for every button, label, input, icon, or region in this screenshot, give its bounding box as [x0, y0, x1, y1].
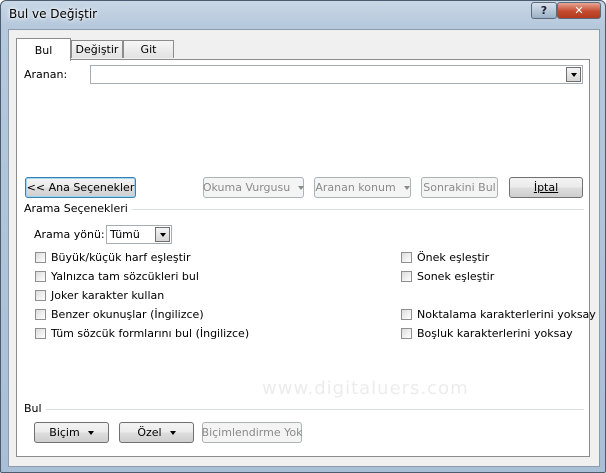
- less-options-label: << Ana Seçenekler: [26, 181, 135, 194]
- cancel-label: İptal: [533, 181, 559, 194]
- tab-find[interactable]: Bul: [16, 38, 71, 61]
- option-whole-words[interactable]: Yalnızca tam sözcükleri bul: [35, 270, 199, 283]
- find-separator: [24, 409, 584, 410]
- checkbox[interactable]: [401, 252, 412, 263]
- special-label: Özel: [137, 426, 162, 439]
- checkbox[interactable]: [35, 309, 46, 320]
- option-sounds-like[interactable]: Benzer okunuşlar (İngilizce): [35, 308, 204, 321]
- find-in-label: Aranan konum: [315, 181, 396, 194]
- chevron-down-icon: [570, 72, 577, 77]
- option-match-case[interactable]: Büyük/küçük harf eşleştir: [35, 251, 191, 264]
- checkbox[interactable]: [401, 271, 412, 282]
- option-word-forms[interactable]: Tüm sözcük formlarını bul (İngilizce): [35, 327, 249, 340]
- tab-goto-label: Git: [140, 43, 157, 56]
- checkbox[interactable]: [35, 252, 46, 263]
- chevron-down-icon: [87, 430, 94, 435]
- find-next-label: Sonrakini Bul: [423, 181, 496, 194]
- chevron-down-icon: [298, 185, 305, 190]
- option-label: Benzer okunuşlar (İngilizce): [51, 308, 204, 321]
- window-title: Bul ve Değiştir: [9, 7, 98, 21]
- option-match-suffix[interactable]: Sonek eşleştir: [401, 270, 494, 283]
- option-label: Joker karakter kullan: [51, 289, 165, 302]
- direction-select-value: Tümü: [110, 228, 140, 241]
- reading-highlight-button[interactable]: Okuma Vurgusu: [202, 177, 305, 198]
- option-label: Önek eşleştir: [417, 251, 490, 264]
- checkbox[interactable]: [35, 271, 46, 282]
- tab-replace-label: Değiştir: [75, 43, 119, 56]
- dialog-client-area: Bul Değiştir Git Aranan: << Ana Seçenekl…: [8, 29, 600, 467]
- checkbox[interactable]: [401, 309, 412, 320]
- format-label: Biçim: [49, 426, 80, 439]
- tab-find-label: Bul: [34, 43, 53, 57]
- search-label: Aranan:: [24, 68, 68, 81]
- option-ignore-whitespace[interactable]: Boşluk karakterlerini yoksay: [401, 327, 573, 340]
- chevron-down-icon: [403, 185, 410, 190]
- option-label: Boşluk karakterlerini yoksay: [417, 327, 573, 340]
- direction-label: Arama yönü:: [34, 228, 105, 241]
- checkbox[interactable]: [35, 290, 46, 301]
- search-history-dropdown[interactable]: [566, 67, 581, 82]
- tab-replace[interactable]: Değiştir: [71, 40, 123, 58]
- option-label: Sonek eşleştir: [417, 270, 495, 283]
- option-match-prefix[interactable]: Önek eşleştir: [401, 251, 489, 264]
- find-in-button[interactable]: Aranan konum: [314, 177, 411, 198]
- search-options-title: Arama Seçenekleri: [24, 202, 132, 215]
- checkbox[interactable]: [35, 328, 46, 339]
- cancel-button[interactable]: İptal: [509, 177, 583, 198]
- help-button[interactable]: ?: [531, 2, 557, 19]
- chevron-down-icon: [169, 430, 176, 435]
- no-formatting-label: Biçimlendirme Yok: [201, 426, 303, 439]
- find-next-button[interactable]: Sonrakini Bul: [421, 177, 498, 198]
- less-options-button[interactable]: << Ana Seçenekler: [25, 177, 136, 198]
- format-button[interactable]: Biçim: [34, 422, 109, 443]
- option-label: Tüm sözcük formlarını bul (İngilizce): [51, 327, 250, 340]
- option-label: Büyük/küçük harf eşleştir: [51, 251, 191, 264]
- option-label: Yalnızca tam sözcükleri bul: [51, 270, 199, 283]
- close-button[interactable]: ✕: [557, 2, 601, 19]
- search-input[interactable]: [90, 65, 583, 84]
- direction-dropdown-button[interactable]: [155, 227, 170, 242]
- find-tab-pane: Aranan: << Ana Seçenekler Okuma Vurgusu …: [16, 59, 596, 457]
- find-replace-dialog: Bul ve Değiştir ? ✕ Bul Değiştir Git Ara…: [0, 0, 606, 473]
- tab-goto[interactable]: Git: [123, 40, 174, 58]
- reading-highlight-label: Okuma Vurgusu: [202, 181, 291, 194]
- watermark: www.digitaluers.com: [262, 378, 469, 399]
- direction-select[interactable]: Tümü: [106, 225, 172, 244]
- option-ignore-punctuation[interactable]: Noktalama karakterlerini yoksay: [401, 308, 596, 321]
- chevron-down-icon: [159, 232, 166, 237]
- option-label: Noktalama karakterlerini yoksay: [417, 308, 596, 321]
- no-formatting-button[interactable]: Biçimlendirme Yok: [202, 422, 302, 443]
- help-icon: ?: [540, 4, 548, 17]
- option-wildcards[interactable]: Joker karakter kullan: [35, 289, 164, 302]
- checkbox[interactable]: [401, 328, 412, 339]
- find-section-title: Bul: [24, 402, 46, 415]
- close-icon: ✕: [574, 4, 584, 17]
- special-button[interactable]: Özel: [119, 422, 194, 443]
- title-bar[interactable]: Bul ve Değiştir ? ✕: [1, 1, 605, 29]
